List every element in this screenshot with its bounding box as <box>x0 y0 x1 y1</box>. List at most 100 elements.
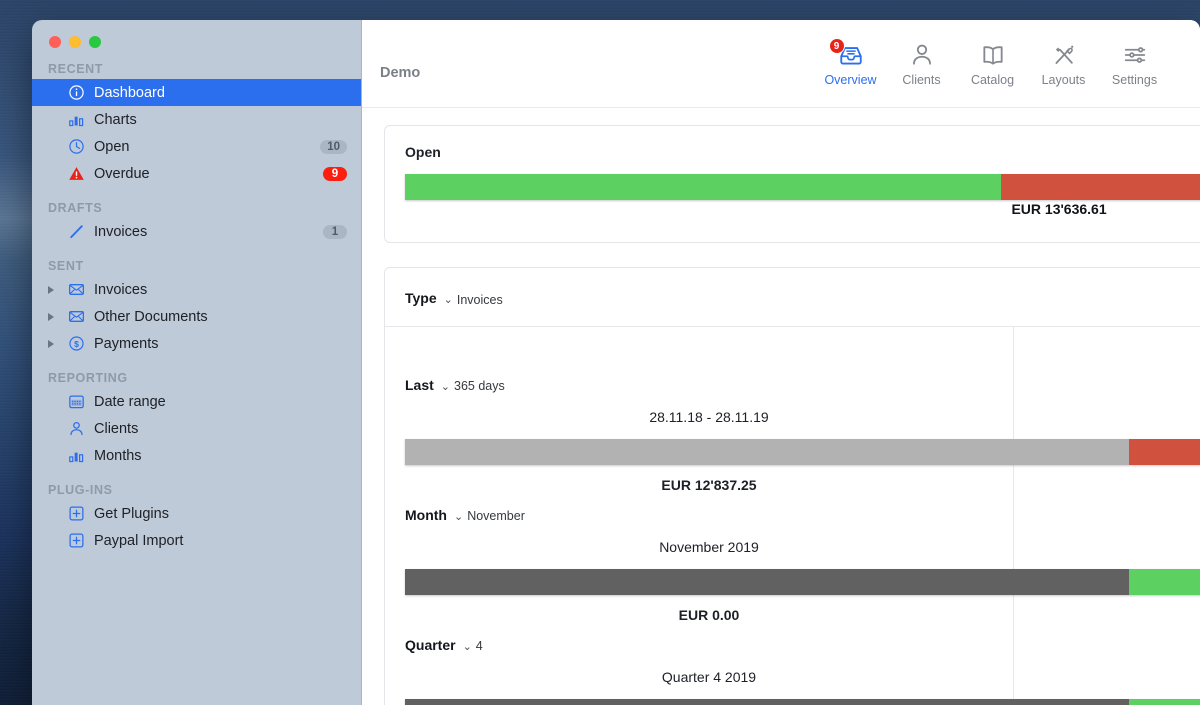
type-select[interactable]: ⌄ Invoices <box>444 293 503 307</box>
statistics-row: Month ⌄November November 2019 EUR 0.00 <box>385 507 1200 624</box>
sidebar-item-label: Overdue <box>94 166 150 182</box>
row-status-bar <box>405 699 1200 705</box>
clock-icon <box>68 138 94 155</box>
toolbar-item-label: Clients <box>902 73 940 87</box>
toolbar-badge: 9 <box>829 38 845 54</box>
toolbar-item-label: Catalog <box>971 73 1014 87</box>
row-label: Last <box>405 377 434 393</box>
sidebar-item-label: Date range <box>94 394 166 410</box>
open-amount-label: EUR 13'636.61 <box>1011 201 1106 217</box>
sidebar-item-months[interactable]: Months <box>32 442 361 469</box>
calendar-icon <box>68 393 94 410</box>
disclosure-triangle-icon[interactable] <box>48 340 68 348</box>
row-period-label: November 2019 <box>405 539 1013 555</box>
dollar-circle-icon: $ <box>68 335 94 352</box>
sidebar-item-label: Clients <box>94 421 138 437</box>
row-amount-label: EUR 0.00 <box>405 607 1013 623</box>
sidebar-item-badge: 9 <box>323 167 347 181</box>
type-select-value: Invoices <box>457 293 503 307</box>
envelope-icon <box>68 281 94 298</box>
sidebar-item-label: Invoices <box>94 282 147 298</box>
type-label: Type <box>405 290 437 306</box>
row-label: Quarter <box>405 637 456 653</box>
book-icon <box>980 42 1006 68</box>
bar-segment-dark <box>405 569 1129 595</box>
open-summary-card: Open EUR 13'636.61 <box>384 125 1200 243</box>
bar-segment-neutral <box>405 439 1129 465</box>
toolbar-items: 9Overview Clients Catalog Layouts Settings <box>815 42 1170 87</box>
toolbar-item-overview[interactable]: 9Overview <box>815 42 886 87</box>
sidebar-item-other-documents[interactable]: Other Documents <box>32 303 361 330</box>
sidebar-item-label: Months <box>94 448 142 464</box>
statistics-row: Quarter⌄4Quarter 4 2019EUR 0.00 <box>385 637 1200 705</box>
statistics-row: Last⌄365 days28.11.18 - 28.11.19EUR 12'8… <box>385 377 1200 494</box>
sidebar-nav-list: RECENT Dashboard Charts Open10 Overdue 9 DRAFT… <box>32 62 361 554</box>
statistics-card: Type ⌄ Invoices Last ⌄365 days 28.11.18 - … <box>384 267 1200 705</box>
window-traffic-lights <box>32 20 361 48</box>
sidebar-section-header: DRAFTS <box>32 201 361 215</box>
row-select-value: 4 <box>476 639 483 653</box>
sidebar-item-get-plugins[interactable]: Get Plugins <box>32 500 361 527</box>
sidebar-item-label: Invoices <box>94 224 147 240</box>
sidebar-item-dashboard[interactable]: Dashboard <box>32 79 361 106</box>
content-area: Demo 9OverviewClientsCatalogLayoutsSetti… <box>362 20 1200 705</box>
row-select[interactable]: ⌄4 <box>463 639 483 653</box>
toolbar: Demo 9OverviewClientsCatalogLayoutsSetti… <box>362 20 1200 108</box>
zoom-button[interactable] <box>89 36 101 48</box>
bar-chart-icon <box>68 447 94 464</box>
sidebar-item-open[interactable]: Open10 <box>32 133 361 160</box>
row-select-value: November <box>467 509 525 523</box>
sidebar: RECENT Dashboard Charts Open10 Overdue 9 DRAFT… <box>32 20 362 705</box>
row-select[interactable]: ⌄November <box>454 509 525 523</box>
sidebar-section-header: REPORTING <box>32 371 361 385</box>
toolbar-item-settings[interactable]: Settings <box>1099 42 1170 87</box>
sidebar-item-date-range[interactable]: Date range <box>32 388 361 415</box>
toolbar-item-clients[interactable]: Clients <box>886 42 957 87</box>
person-icon <box>68 420 94 437</box>
sidebar-item-label: Open <box>94 139 129 155</box>
row-select[interactable]: ⌄365 days <box>441 379 505 393</box>
sidebar-item-invoices[interactable]: Invoices <box>32 276 361 303</box>
row-header[interactable]: Last ⌄365 days <box>385 377 1200 394</box>
plus-box-icon <box>68 532 94 549</box>
row-header[interactable]: Month ⌄November <box>385 507 1200 524</box>
page-title: Demo <box>380 65 420 81</box>
toolbar-item-label: Overview <box>824 73 876 87</box>
bar-segment-overdue <box>1129 439 1200 465</box>
sidebar-item-paypal-import[interactable]: Paypal Import <box>32 527 361 554</box>
sidebar-item-label: Other Documents <box>94 309 208 325</box>
row-period-label: 28.11.18 - 28.11.19 <box>405 409 1013 425</box>
sidebar-item-invoices[interactable]: Invoices 1 <box>32 218 361 245</box>
open-card-title: Open <box>385 126 1200 160</box>
toolbar-item-catalog[interactable]: Catalog <box>957 42 1028 87</box>
toolbar-item-layouts[interactable]: Layouts <box>1028 42 1099 87</box>
sidebar-section-header: RECENT <box>32 62 361 76</box>
sidebar-item-charts[interactable]: Charts <box>32 106 361 133</box>
sidebar-item-clients[interactable]: Clients <box>32 415 361 442</box>
card-divider <box>385 326 1200 327</box>
toolbar-item-label: Layouts <box>1042 73 1086 87</box>
bar-segment-paid <box>1129 569 1200 595</box>
disclosure-triangle-icon[interactable] <box>48 286 68 294</box>
sidebar-item-overdue[interactable]: Overdue 9 <box>32 160 361 187</box>
row-header[interactable]: Quarter ⌄4 <box>385 637 1200 654</box>
close-button[interactable] <box>49 36 61 48</box>
toolbar-item-label: Settings <box>1112 73 1157 87</box>
row-period-label: Quarter 4 2019 <box>405 669 1013 685</box>
plus-box-icon <box>68 505 94 522</box>
sidebar-item-payments[interactable]: $Payments <box>32 330 361 357</box>
minimize-button[interactable] <box>69 36 81 48</box>
bar-chart-icon <box>68 111 94 128</box>
disclosure-triangle-icon[interactable] <box>48 313 68 321</box>
brush-pen-icon <box>1051 42 1077 68</box>
info-circle-icon <box>68 84 94 101</box>
type-row[interactable]: Type ⌄ Invoices <box>385 268 1200 307</box>
sidebar-item-label: Charts <box>94 112 137 128</box>
chevron-down-icon: ⌄ <box>444 293 453 306</box>
overview-panel: Open EUR 13'636.61 Type ⌄ Invoices Last ⌄… <box>362 109 1200 705</box>
row-status-bar <box>405 439 1200 465</box>
sidebar-item-badge: 1 <box>323 225 347 239</box>
sidebar-item-label: Paypal Import <box>94 533 183 549</box>
row-label: Month <box>405 507 447 523</box>
svg-text:$: $ <box>74 339 79 349</box>
